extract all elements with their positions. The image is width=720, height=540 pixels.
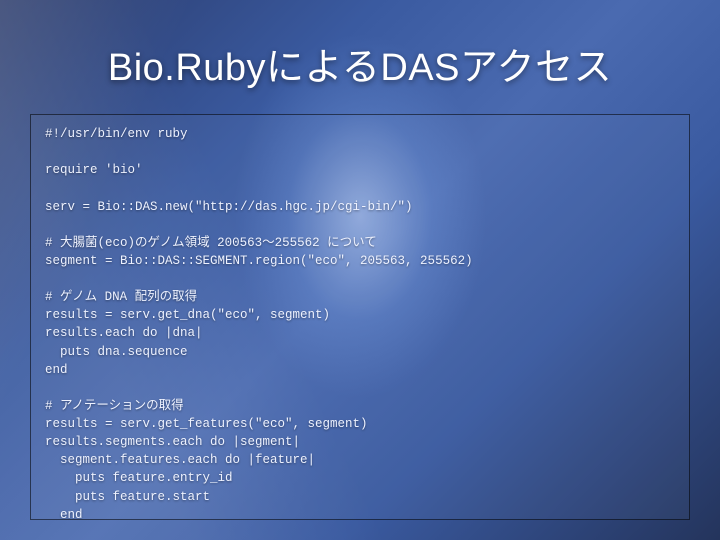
slide-title: Bio.RubyによるDASアクセス	[0, 36, 720, 91]
code-block: #!/usr/bin/env ruby require 'bio' serv =…	[30, 114, 690, 520]
slide: Bio.RubyによるDASアクセス #!/usr/bin/env ruby r…	[0, 0, 720, 540]
code-content: #!/usr/bin/env ruby require 'bio' serv =…	[45, 125, 675, 520]
